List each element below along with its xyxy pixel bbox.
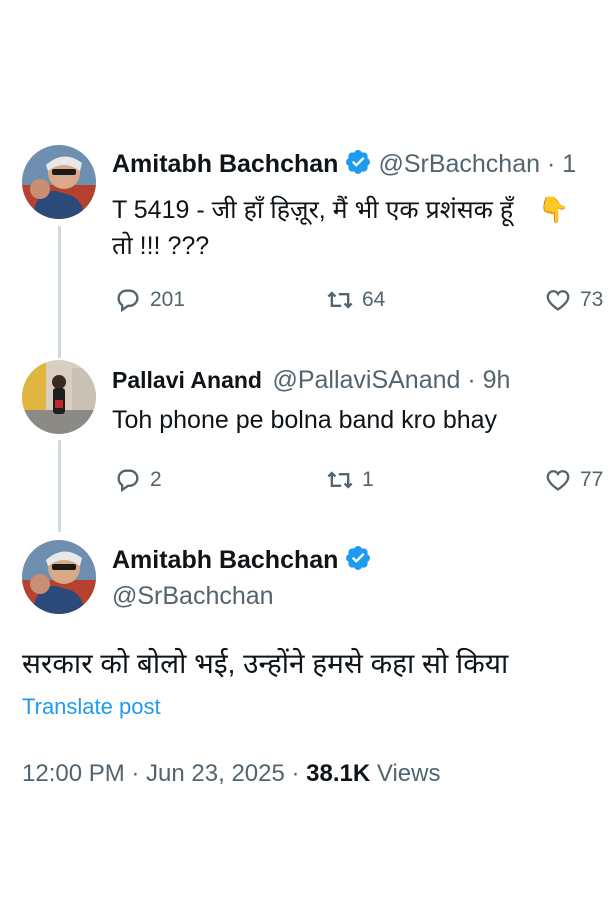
tweet2-author-name[interactable]: Pallavi Anand: [112, 367, 262, 393]
tweet1-reply-button[interactable]: 201: [114, 286, 185, 314]
tweet3-timestamp[interactable]: 12:00 PM · Jun 23, 2025 ·: [22, 760, 306, 787]
thread-line-1: [58, 226, 61, 358]
tweet3-views-label: Views: [370, 760, 441, 787]
tweet3-meta: 12:00 PM · Jun 23, 2025 · 38.1K Views: [22, 760, 440, 788]
like-icon: [546, 470, 570, 491]
tweet2-like-button[interactable]: 77: [544, 466, 603, 494]
thread-line-2: [58, 440, 61, 532]
tweet3-text: सरकार को बोलो भई, उन्होंने हमसे कहा सो क…: [22, 648, 509, 679]
tweet2-author-handle[interactable]: @PallaviSAnand · 9h: [272, 366, 510, 394]
tweet1-like-button[interactable]: 73: [544, 286, 603, 314]
tweet2-reply-button[interactable]: 2: [114, 466, 162, 494]
reply-icon: [117, 469, 139, 493]
avatar-amitabh-2[interactable]: [22, 540, 96, 614]
verified-badge-icon: [346, 546, 371, 570]
tweet3-author-handle[interactable]: @SrBachchan: [112, 582, 274, 611]
tweet3-name-row: Amitabh Bachchan: [112, 544, 378, 575]
tweet2-reply-count: 2: [150, 468, 162, 491]
tweet3-author-name[interactable]: Amitabh Bachchan: [112, 546, 338, 574]
pointing-down-emoji-icon: 👇: [538, 196, 570, 224]
reply-icon: [117, 289, 139, 313]
verified-badge-icon: [346, 150, 371, 174]
repost-icon: [327, 471, 353, 489]
like-icon: [546, 290, 570, 311]
tweet1-like-count: 73: [580, 288, 604, 311]
tweet1-text-line1-row: T 5419 - जी हाँ हिज़ूर, मैं भी एक प्रशंस…: [112, 192, 569, 226]
tweet3-views-count: 38.1K: [306, 760, 371, 787]
tweet1-repost-button[interactable]: 64: [326, 286, 385, 314]
translate-post-link[interactable]: Translate post: [22, 694, 161, 720]
avatar-amitabh-1[interactable]: [22, 145, 96, 219]
tweet1-author-handle[interactable]: @SrBachchan · 1: [378, 150, 576, 178]
tweet1-reply-count: 201: [150, 288, 186, 311]
tweet2-repost-button[interactable]: 1: [326, 466, 374, 494]
tweet1-author-name[interactable]: Amitabh Bachchan: [112, 150, 338, 178]
tweet2-text: Toh phone pe bolna band kro bhay: [112, 406, 498, 434]
avatar-pallavi[interactable]: [22, 360, 96, 434]
tweet1-header: Amitabh Bachchan @SrBachchan · 1: [112, 148, 576, 179]
tweet2-like-count: 77: [580, 468, 604, 491]
tweet1-text-line2: तो !!! ???: [112, 232, 210, 260]
tweet1-repost-count: 64: [362, 288, 386, 311]
repost-icon: [327, 291, 353, 309]
tweet2-repost-count: 1: [362, 468, 374, 491]
tweet2-header: Pallavi Anand @PallaviSAnand · 9h: [112, 366, 510, 395]
tweet1-text-line1: T 5419 - जी हाँ हिज़ूर, मैं भी एक प्रशंस…: [112, 196, 514, 224]
